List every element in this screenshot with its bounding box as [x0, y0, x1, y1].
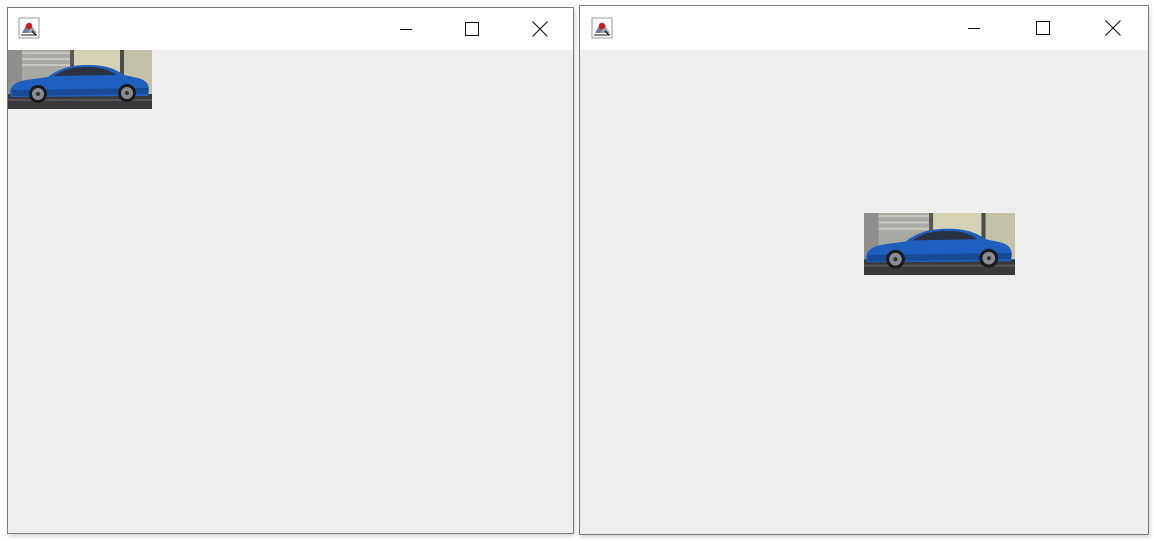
minimize-icon — [400, 29, 412, 30]
title-bar[interactable] — [580, 6, 1148, 50]
java-app-icon[interactable] — [591, 17, 613, 39]
minimize-button[interactable] — [383, 8, 429, 50]
window-left[interactable] — [7, 7, 574, 534]
maximize-icon — [465, 22, 479, 36]
close-icon — [532, 21, 548, 37]
car-image — [8, 50, 152, 109]
close-button[interactable] — [517, 8, 563, 50]
content-pane — [8, 50, 573, 533]
window-right[interactable] — [579, 5, 1149, 535]
car-image — [864, 213, 1015, 275]
desktop — [0, 0, 1154, 541]
minimize-icon — [968, 28, 980, 29]
title-bar[interactable] — [8, 8, 573, 50]
content-pane — [580, 50, 1148, 534]
minimize-button[interactable] — [951, 6, 997, 50]
close-button[interactable] — [1090, 6, 1136, 50]
maximize-icon — [1036, 21, 1050, 35]
close-icon — [1105, 20, 1121, 36]
maximize-button[interactable] — [1020, 6, 1066, 50]
maximize-button[interactable] — [449, 8, 495, 50]
java-app-icon[interactable] — [18, 17, 40, 39]
